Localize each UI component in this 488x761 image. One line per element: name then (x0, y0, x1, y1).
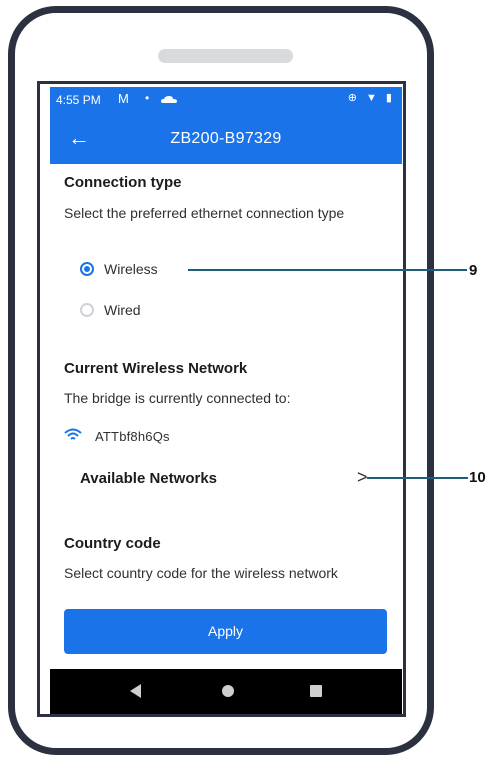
wireless-radio-label[interactable]: Wireless (104, 261, 158, 277)
status-time: 4:55 PM (56, 93, 101, 107)
gmail-icon: M (118, 91, 129, 106)
callout-line-9 (188, 269, 467, 271)
nav-back-icon[interactable] (130, 684, 141, 698)
current-network-description: The bridge is currently connected to: (64, 390, 291, 406)
status-icons-right: ⊕ ▼ ▮ (347, 92, 395, 104)
connection-type-title: Connection type (64, 174, 182, 191)
android-nav-bar (50, 669, 402, 714)
callout-line-10 (367, 477, 468, 479)
nav-home-icon[interactable] (222, 685, 234, 697)
country-code-title: Country code (64, 535, 161, 552)
callout-label-10: 10 (469, 469, 486, 486)
nav-recent-icon[interactable] (310, 685, 322, 697)
wired-radio-label[interactable]: Wired (104, 302, 141, 318)
current-network-title: Current Wireless Network (64, 360, 248, 377)
notification-dot-icon: • (145, 91, 150, 105)
wifi-icon (64, 428, 82, 440)
apply-button[interactable]: Apply (64, 609, 387, 654)
available-networks-label: Available Networks (80, 470, 217, 487)
callout-label-9: 9 (469, 262, 478, 279)
cloud-icon (161, 96, 177, 103)
status-bar: 4:55 PM M • ⊕ ▼ ▮ (50, 87, 402, 114)
app-bar: ← ZB200-B97329 (50, 114, 402, 164)
available-networks-row[interactable]: Available Networks > (64, 466, 384, 496)
page-title: ZB200-B97329 (170, 130, 282, 147)
phone-speaker (158, 49, 293, 63)
wired-radio[interactable] (80, 303, 94, 317)
phone-screen: 4:55 PM M • ⊕ ▼ ▮ ← ZB200-B97329 Connect… (37, 81, 406, 717)
country-code-description: Select country code for the wireless net… (64, 565, 338, 581)
connected-network-ssid: ATTbf8h6Qs (95, 429, 170, 444)
chevron-right-icon: > (357, 467, 368, 487)
wireless-radio[interactable] (80, 262, 94, 276)
connection-type-description: Select the preferred ethernet connection… (64, 205, 345, 221)
